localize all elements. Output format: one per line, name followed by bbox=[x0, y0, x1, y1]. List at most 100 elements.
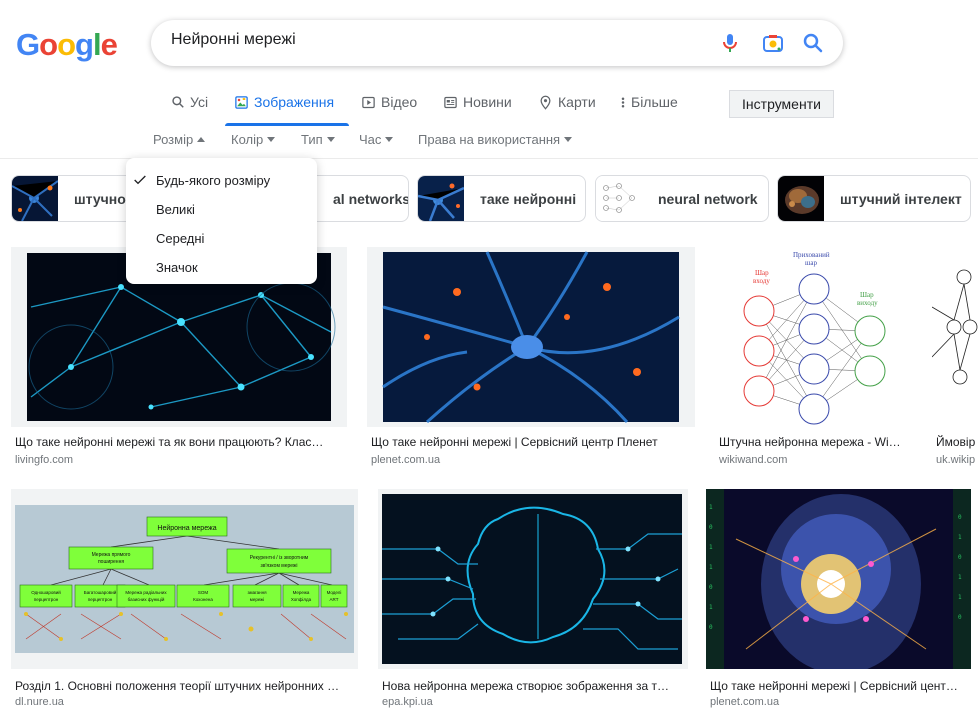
chip-label: neural network bbox=[658, 190, 758, 207]
result-image bbox=[367, 247, 695, 427]
caret-up-icon bbox=[197, 137, 206, 142]
menu-item-label: Середні bbox=[156, 231, 205, 246]
filter-label: Тип bbox=[301, 132, 323, 147]
tab-label: Новини bbox=[463, 94, 512, 110]
image-result[interactable]: 1 0 1 1 0 1 0 0 1 0 1 1 0 Що таке нейронні мережі |… bbox=[706, 489, 971, 714]
svg-text:1: 1 bbox=[709, 604, 713, 611]
result-title[interactable]: Розділ 1. Основні положення теорії штучн… bbox=[15, 679, 355, 693]
tab-label: Зображення bbox=[254, 94, 335, 110]
caret-down-icon bbox=[267, 137, 276, 142]
svg-text:входу: входу bbox=[753, 277, 770, 285]
filter-usage-rights[interactable]: Права на використання bbox=[418, 132, 573, 147]
filter-color[interactable]: Колір bbox=[231, 132, 276, 147]
filter-label: Права на використання bbox=[418, 132, 561, 147]
image-result[interactable]: Нейронна мережа Мережа прямого поширення… bbox=[11, 489, 358, 714]
result-title[interactable]: Що таке нейронні мережі та як вони працю… bbox=[15, 435, 341, 449]
tab-more[interactable]: Більше bbox=[620, 94, 678, 124]
active-tab-indicator bbox=[225, 123, 349, 126]
google-logo[interactable]: Google bbox=[16, 27, 118, 63]
tab-all[interactable]: Усі bbox=[171, 94, 208, 124]
result-title[interactable]: Що таке нейронні мережі | Сервісний цент… bbox=[710, 679, 968, 693]
result-source[interactable]: plenet.com.ua bbox=[710, 696, 779, 708]
caret-down-icon bbox=[326, 137, 335, 142]
related-chip[interactable]: штучний інтелект bbox=[777, 175, 971, 222]
size-dropdown-menu: Будь-якого розміру Великі Середні Значок bbox=[126, 158, 317, 284]
result-source[interactable]: uk.wikip bbox=[936, 454, 975, 466]
chip-thumbnail bbox=[12, 176, 58, 221]
more-vert-icon bbox=[621, 97, 625, 108]
tab-label: Відео bbox=[381, 94, 418, 110]
svg-text:базисних функцій: базисних функцій bbox=[128, 596, 165, 602]
result-image: 1 0 1 1 0 1 0 0 1 0 1 1 0 bbox=[706, 489, 971, 669]
tab-maps[interactable]: Карти bbox=[538, 94, 596, 124]
svg-text:1: 1 bbox=[709, 544, 713, 551]
search-input[interactable] bbox=[171, 31, 691, 49]
chip-thumbnail bbox=[778, 176, 824, 221]
svg-text:1: 1 bbox=[709, 564, 713, 571]
svg-text:перцептрон: перцептрон bbox=[88, 597, 113, 602]
filter-bar: Розмір Колір Тип Час Права на використан… bbox=[0, 132, 978, 152]
image-result[interactable]: Що таке нейронні мережі | Сервісний цент… bbox=[367, 247, 695, 467]
svg-text:0: 0 bbox=[709, 624, 713, 631]
result-image bbox=[378, 489, 688, 669]
chip-thumbnail bbox=[418, 176, 464, 221]
result-title[interactable]: Нова нейронна мережа створює зображення … bbox=[382, 679, 682, 693]
svg-text:Нейронна мережа: Нейронна мережа bbox=[157, 524, 216, 532]
news-icon bbox=[444, 96, 457, 109]
chip-label: штучний інтелект bbox=[840, 190, 962, 207]
filter-size[interactable]: Розмір bbox=[153, 132, 206, 147]
svg-text:0: 0 bbox=[709, 584, 713, 591]
camera-lens-icon[interactable] bbox=[761, 31, 785, 55]
svg-text:Шар: Шар bbox=[755, 269, 769, 277]
image-result[interactable]: Ймовір uk.wikip bbox=[932, 247, 978, 467]
size-option-large[interactable]: Великі bbox=[126, 195, 317, 224]
image-result[interactable]: Нова нейронна мережа створює зображення … bbox=[378, 489, 688, 714]
svg-text:0: 0 bbox=[958, 514, 962, 521]
size-option-medium[interactable]: Середні bbox=[126, 224, 317, 253]
filter-type[interactable]: Тип bbox=[301, 132, 335, 147]
image-result[interactable]: Шар входу Прихований шар Шар виходу Штуч… bbox=[715, 247, 912, 467]
svg-text:0: 0 bbox=[958, 614, 962, 621]
svg-text:Хопфілда: Хопфілда bbox=[291, 597, 312, 602]
result-image: Нейронна мережа Мережа прямого поширення… bbox=[11, 489, 358, 669]
tab-news[interactable]: Новини bbox=[443, 94, 512, 124]
svg-text:0: 0 bbox=[709, 524, 713, 531]
result-source[interactable]: plenet.com.ua bbox=[371, 454, 440, 466]
filter-label: Розмір bbox=[153, 132, 194, 147]
svg-text:змагання: змагання bbox=[247, 590, 267, 595]
result-source[interactable]: epa.kpi.ua bbox=[382, 696, 433, 708]
related-chip[interactable]: таке нейронні bbox=[417, 175, 586, 222]
tab-images[interactable]: Зображення bbox=[234, 94, 334, 124]
chip-thumbnail bbox=[596, 176, 642, 221]
svg-text:SOM: SOM bbox=[198, 590, 209, 595]
svg-text:Кохонена: Кохонена bbox=[193, 597, 213, 602]
related-chip[interactable]: neural network bbox=[595, 175, 769, 222]
svg-text:1: 1 bbox=[958, 574, 962, 581]
microphone-icon[interactable] bbox=[718, 31, 742, 55]
result-image bbox=[932, 247, 978, 427]
result-source[interactable]: livingfo.com bbox=[15, 454, 73, 466]
size-option-any[interactable]: Будь-якого розміру bbox=[126, 166, 317, 195]
size-option-icon[interactable]: Значок bbox=[126, 253, 317, 282]
result-source[interactable]: wikiwand.com bbox=[719, 454, 787, 466]
svg-text:ART: ART bbox=[330, 597, 339, 602]
result-source[interactable]: dl.nure.ua bbox=[15, 696, 64, 708]
result-title[interactable]: Ймовір bbox=[936, 435, 978, 449]
caret-down-icon bbox=[564, 137, 573, 142]
svg-text:Багатошаровий: Багатошаровий bbox=[84, 589, 117, 595]
menu-item-label: Будь-якого розміру bbox=[156, 173, 271, 188]
menu-item-label: Великі bbox=[156, 202, 195, 217]
svg-text:Шар: Шар bbox=[860, 291, 874, 299]
filter-time[interactable]: Час bbox=[359, 132, 394, 147]
search-box bbox=[151, 20, 843, 66]
tools-button[interactable]: Інструменти bbox=[729, 90, 834, 118]
tab-label: Більше bbox=[631, 94, 678, 110]
svg-text:поширення: поширення bbox=[98, 559, 124, 565]
search-icon[interactable] bbox=[801, 31, 825, 55]
result-title[interactable]: Що таке нейронні мережі | Сервісний цент… bbox=[371, 435, 691, 449]
result-title[interactable]: Штучна нейронна мережа - Wi… bbox=[719, 435, 909, 449]
tab-video[interactable]: Відео bbox=[361, 94, 417, 124]
image-icon bbox=[235, 96, 248, 109]
svg-text:Мережа радіальних: Мережа радіальних bbox=[125, 590, 167, 595]
google-images-page: Google Усі Зображення bbox=[0, 0, 978, 714]
